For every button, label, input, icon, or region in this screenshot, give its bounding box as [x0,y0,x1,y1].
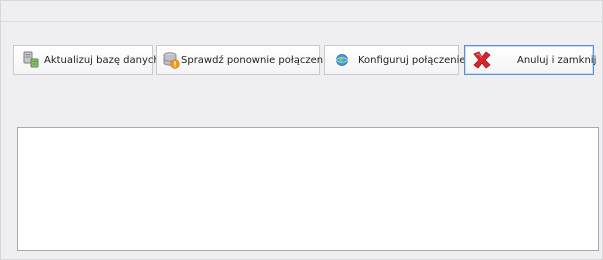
cancel-and-close-button[interactable]: Anuluj i zamknij [464,45,597,75]
update-database-button[interactable]: Aktualizuj bazę danych [13,45,160,75]
globe-settings-icon [333,51,351,69]
database-update-icon [22,51,40,69]
divider [1,21,603,22]
configure-connection-button[interactable]: Konfiguruj połączenie [324,45,466,75]
recheck-connection-button[interactable]: Sprawdź ponownie połączenie [156,45,332,75]
update-database-label: Aktualizuj bazę danych [44,54,160,66]
configure-connection-label: Konfiguruj połączenie [358,54,466,66]
database-warning-icon [162,51,180,69]
output-log-area[interactable] [17,127,599,251]
dialog-panel: Aktualizuj bazę danych Sprawdź ponownie … [0,0,603,260]
recheck-connection-label: Sprawdź ponownie połączenie [181,54,333,66]
cancel-and-close-label: Anuluj i zamknij [517,54,597,66]
red-x-icon [471,49,493,71]
